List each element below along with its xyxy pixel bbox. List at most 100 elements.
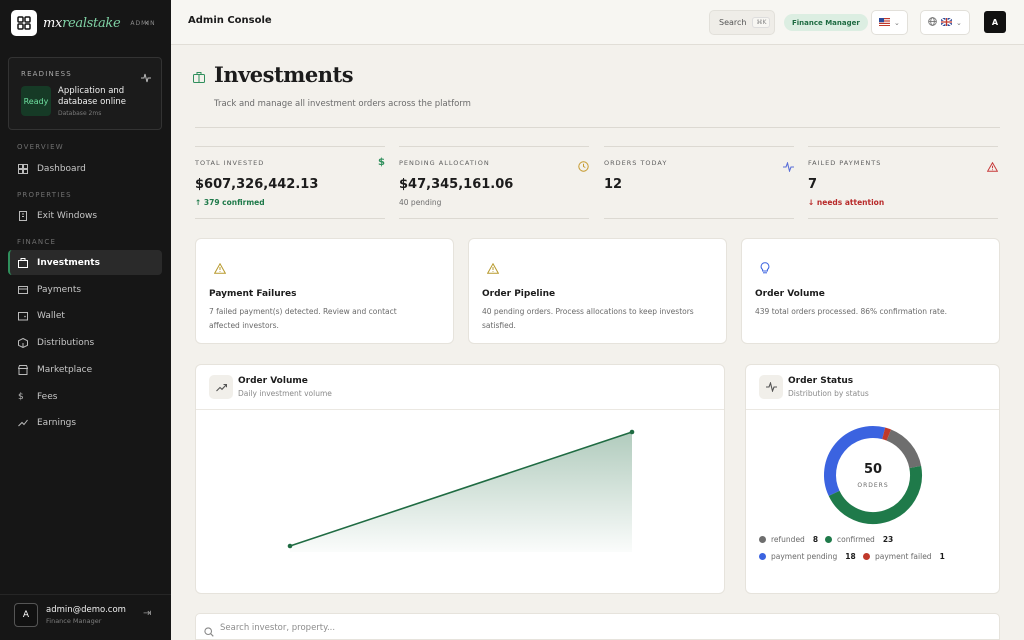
user-role: Finance Manager bbox=[46, 617, 102, 625]
logout-icon[interactable]: ⇥ bbox=[143, 608, 151, 619]
wallet-icon bbox=[18, 311, 28, 321]
user-menu[interactable]: A admin@demo.com Finance Manager ⇥ bbox=[0, 594, 171, 640]
region-selector[interactable]: ⌄ bbox=[871, 10, 908, 35]
stat-label: PENDING ALLOCATION bbox=[399, 159, 490, 167]
insight-title: Payment Failures bbox=[209, 289, 297, 299]
avatar[interactable]: A bbox=[984, 11, 1006, 33]
trending-up-icon bbox=[209, 375, 233, 399]
nav-section-properties: PROPERTIES bbox=[17, 191, 72, 199]
data-point bbox=[287, 543, 293, 549]
stat-total-invested: TOTAL INVESTED $ $607,326,442.13 ↑ 379 c… bbox=[195, 146, 385, 219]
language-selector[interactable]: ⌄ bbox=[920, 10, 970, 35]
sidebar-item-label: Distributions bbox=[37, 337, 95, 348]
legend-item-payment-failed: payment failed 1 bbox=[863, 552, 945, 561]
sidebar-item-label: Dashboard bbox=[37, 163, 86, 174]
donut-center-label: ORDERS bbox=[857, 482, 888, 489]
stat-label: TOTAL INVESTED bbox=[195, 159, 265, 167]
nav-section-finance: FINANCE bbox=[17, 238, 57, 246]
credit-card-icon bbox=[18, 285, 28, 295]
stat-value: 7 bbox=[808, 177, 818, 192]
sidebar-item-fees[interactable]: $ Fees bbox=[8, 384, 162, 409]
activity-icon bbox=[141, 68, 151, 87]
alert-triangle-icon bbox=[213, 259, 227, 278]
page-title: Investments bbox=[214, 62, 354, 87]
alert-triangle-icon bbox=[486, 259, 500, 278]
card-title: Order Volume bbox=[238, 376, 308, 386]
sidebar-item-marketplace[interactable]: Marketplace bbox=[8, 357, 162, 382]
package-icon bbox=[18, 337, 28, 348]
legend-count: 1 bbox=[939, 552, 945, 561]
dollar-icon: $ bbox=[378, 157, 385, 168]
card-header: Order Status Distribution by status bbox=[746, 365, 999, 410]
insight-card-order-pipeline[interactable]: Order Pipeline 40 pending orders. Proces… bbox=[468, 238, 727, 344]
search-shortcut: ⌘K bbox=[752, 17, 771, 28]
page-subtitle: Track and manage all investment orders a… bbox=[214, 99, 471, 109]
sidebar-item-distributions[interactable]: Distributions bbox=[8, 330, 162, 355]
donut-slice-refunded bbox=[886, 429, 922, 469]
sidebar-item-wallet[interactable]: Wallet bbox=[8, 303, 162, 328]
chevron-down-icon: ⌄ bbox=[956, 18, 962, 27]
dollar-icon: $ bbox=[18, 391, 24, 402]
sidebar-item-label: Fees bbox=[37, 391, 58, 402]
brand[interactable]: mxrealstake ADMIN bbox=[11, 10, 156, 36]
card-subtitle: Distribution by status bbox=[788, 389, 869, 398]
globe-icon bbox=[928, 17, 937, 28]
brand-badge: ADMIN bbox=[130, 19, 156, 27]
donut-slice-payment-failed bbox=[882, 427, 892, 441]
legend-count: 8 bbox=[812, 535, 819, 544]
alert-triangle-icon bbox=[986, 157, 999, 176]
legend-dot bbox=[863, 553, 870, 560]
activity-icon bbox=[759, 375, 783, 399]
card-subtitle: Daily investment volume bbox=[238, 389, 332, 398]
app-title: Admin Console bbox=[188, 15, 272, 26]
search-input[interactable] bbox=[220, 619, 980, 636]
sidebar-item-label: Investments bbox=[37, 257, 100, 268]
legend-label: payment pending bbox=[771, 552, 838, 561]
sidebar-item-investments[interactable]: Investments bbox=[8, 250, 162, 275]
user-email: admin@demo.com bbox=[46, 605, 126, 615]
building-icon bbox=[18, 210, 28, 221]
data-point bbox=[629, 429, 635, 435]
sidebar-item-label: Payments bbox=[37, 284, 82, 295]
stat-label: ORDERS TODAY bbox=[604, 159, 668, 167]
collapse-sidebar-icon[interactable]: ‹ bbox=[145, 16, 149, 29]
insight-text: 7 failed payment(s) detected. Review and… bbox=[209, 307, 397, 330]
insight-card-order-volume[interactable]: Order Volume 439 total orders processed.… bbox=[741, 238, 1000, 344]
order-volume-card: Order Volume Daily investment volume bbox=[195, 364, 725, 594]
sidebar-item-label: Exit Windows bbox=[37, 210, 98, 221]
insight-card-payment-failures[interactable]: Payment Failures 7 failed payment(s) det… bbox=[195, 238, 454, 344]
legend-item-refunded: refunded 8 bbox=[759, 535, 818, 544]
legend-label: confirmed bbox=[837, 535, 875, 544]
avatar: A bbox=[14, 603, 38, 627]
sidebar-item-payments[interactable]: Payments bbox=[8, 277, 162, 302]
insight-title: Order Pipeline bbox=[482, 289, 556, 299]
readiness-title: READINESS bbox=[21, 70, 72, 78]
brand-name: mxrealstake bbox=[43, 15, 121, 31]
order-status-chart: 50 ORDERS bbox=[824, 426, 922, 524]
stat-value: $47,345,161.06 bbox=[399, 177, 514, 192]
insight-text: 40 pending orders. Process allocations t… bbox=[482, 307, 694, 330]
order-status-card: Order Status Distribution by status 50 O… bbox=[745, 364, 1000, 594]
card-title: Order Status bbox=[788, 376, 854, 386]
legend-dot bbox=[759, 553, 766, 560]
sidebar: mxrealstake ADMIN ‹ READINESS Ready Appl… bbox=[0, 0, 171, 640]
sidebar-item-earnings[interactable]: Earnings bbox=[8, 410, 162, 435]
search-button[interactable]: Search ⌘K bbox=[709, 10, 775, 35]
stat-note: ↓ needs attention bbox=[808, 198, 885, 207]
dashboard-icon bbox=[18, 163, 28, 174]
activity-icon bbox=[783, 157, 794, 176]
stat-pending-allocation: PENDING ALLOCATION $47,345,161.06 40 pen… bbox=[399, 146, 589, 219]
briefcase-icon bbox=[193, 68, 205, 87]
readiness-panel: READINESS Ready Application and database… bbox=[8, 57, 162, 130]
sidebar-item-label: Earnings bbox=[37, 417, 77, 428]
sidebar-item-dashboard[interactable]: Dashboard bbox=[8, 156, 162, 181]
sidebar-item-exit-windows[interactable]: Exit Windows bbox=[8, 203, 162, 228]
us-flag-icon bbox=[879, 17, 890, 28]
legend-count: 18 bbox=[845, 552, 856, 561]
stat-note: ↑ 379 confirmed bbox=[195, 198, 265, 207]
search-label: Search bbox=[719, 18, 747, 27]
legend-label: payment failed bbox=[875, 552, 932, 561]
store-icon bbox=[17, 364, 29, 375]
briefcase-icon bbox=[18, 257, 28, 268]
readiness-message: Application and database online bbox=[58, 86, 127, 107]
